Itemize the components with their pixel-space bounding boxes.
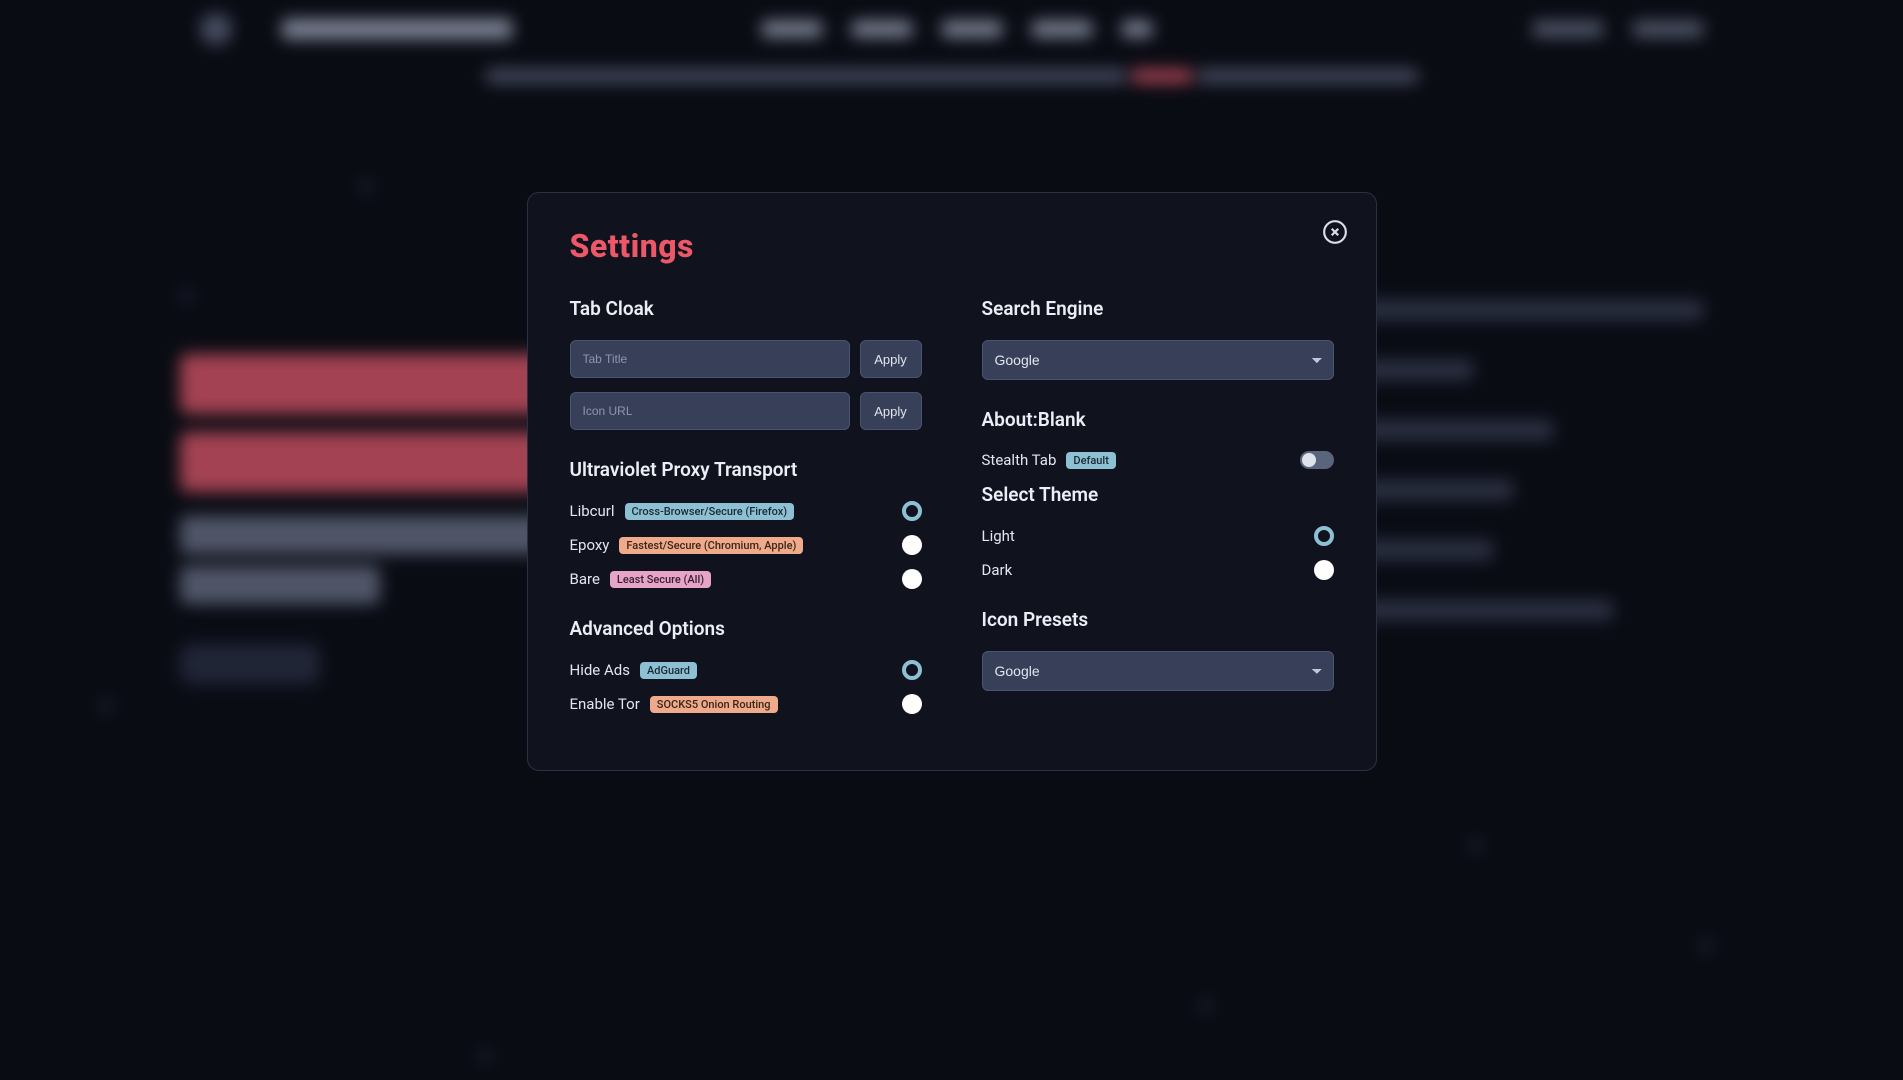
transport-option-epoxy[interactable]: Epoxy Fastest/Secure (Chromium, Apple) bbox=[570, 535, 922, 555]
apply-icon-url-button[interactable]: Apply bbox=[860, 392, 922, 430]
advanced-label: Hide Ads bbox=[570, 661, 630, 679]
advanced-option-enable-tor[interactable]: Enable Tor SOCKS5 Onion Routing bbox=[570, 694, 922, 714]
radio-epoxy[interactable] bbox=[902, 535, 922, 555]
transport-badge: Cross-Browser/Secure (Firefox) bbox=[625, 503, 795, 520]
transport-label: Bare bbox=[570, 570, 600, 588]
settings-modal: Settings Tab Cloak Apply Apply bbox=[527, 192, 1377, 771]
search-engine-heading: Search Engine bbox=[982, 297, 1334, 320]
theme-option-light[interactable]: Light bbox=[982, 526, 1334, 546]
transport-option-bare[interactable]: Bare Least Secure (All) bbox=[570, 569, 922, 589]
radio-bare[interactable] bbox=[902, 569, 922, 589]
modal-title: Settings bbox=[570, 227, 1334, 265]
radio-theme-dark[interactable] bbox=[1314, 560, 1334, 580]
right-column: Search Engine Google About:Blank Stealth… bbox=[982, 297, 1334, 728]
radio-enable-tor[interactable] bbox=[902, 694, 922, 714]
tab-cloak-heading: Tab Cloak bbox=[570, 297, 922, 320]
advanced-badge: SOCKS5 Onion Routing bbox=[650, 696, 778, 713]
transport-badge: Fastest/Secure (Chromium, Apple) bbox=[619, 537, 803, 554]
close-icon bbox=[1322, 219, 1348, 249]
stealth-tab-label: Stealth Tab bbox=[982, 451, 1057, 469]
advanced-label: Enable Tor bbox=[570, 695, 640, 713]
search-engine-select[interactable]: Google bbox=[982, 340, 1334, 380]
icon-presets-heading: Icon Presets bbox=[982, 608, 1334, 631]
uv-transport-heading: Ultraviolet Proxy Transport bbox=[570, 458, 922, 481]
theme-label: Light bbox=[982, 527, 1015, 545]
select-theme-heading: Select Theme bbox=[982, 483, 1334, 506]
transport-badge: Least Secure (All) bbox=[610, 571, 711, 588]
transport-label: Epoxy bbox=[570, 536, 610, 554]
radio-theme-light[interactable] bbox=[1314, 526, 1334, 546]
modal-overlay: Settings Tab Cloak Apply Apply bbox=[0, 0, 1903, 1080]
close-button[interactable] bbox=[1322, 221, 1348, 247]
icon-url-input[interactable] bbox=[570, 392, 850, 430]
radio-hide-ads[interactable] bbox=[902, 660, 922, 680]
advanced-option-hide-ads[interactable]: Hide Ads AdGuard bbox=[570, 660, 922, 680]
transport-option-libcurl[interactable]: Libcurl Cross-Browser/Secure (Firefox) bbox=[570, 501, 922, 521]
radio-libcurl[interactable] bbox=[902, 501, 922, 521]
advanced-badge: AdGuard bbox=[640, 662, 697, 679]
theme-label: Dark bbox=[982, 561, 1013, 579]
stealth-tab-toggle[interactable] bbox=[1300, 451, 1334, 469]
tab-title-input[interactable] bbox=[570, 340, 850, 378]
advanced-options-heading: Advanced Options bbox=[570, 617, 922, 640]
stealth-tab-row: Stealth Tab Default bbox=[982, 451, 1334, 469]
theme-option-dark[interactable]: Dark bbox=[982, 560, 1334, 580]
left-column: Tab Cloak Apply Apply Ultraviolet Proxy … bbox=[570, 297, 922, 728]
apply-tab-title-button[interactable]: Apply bbox=[860, 340, 922, 378]
about-blank-heading: About:Blank bbox=[982, 408, 1334, 431]
stealth-tab-badge: Default bbox=[1066, 452, 1115, 469]
icon-presets-select[interactable]: Google bbox=[982, 651, 1334, 691]
transport-label: Libcurl bbox=[570, 502, 615, 520]
